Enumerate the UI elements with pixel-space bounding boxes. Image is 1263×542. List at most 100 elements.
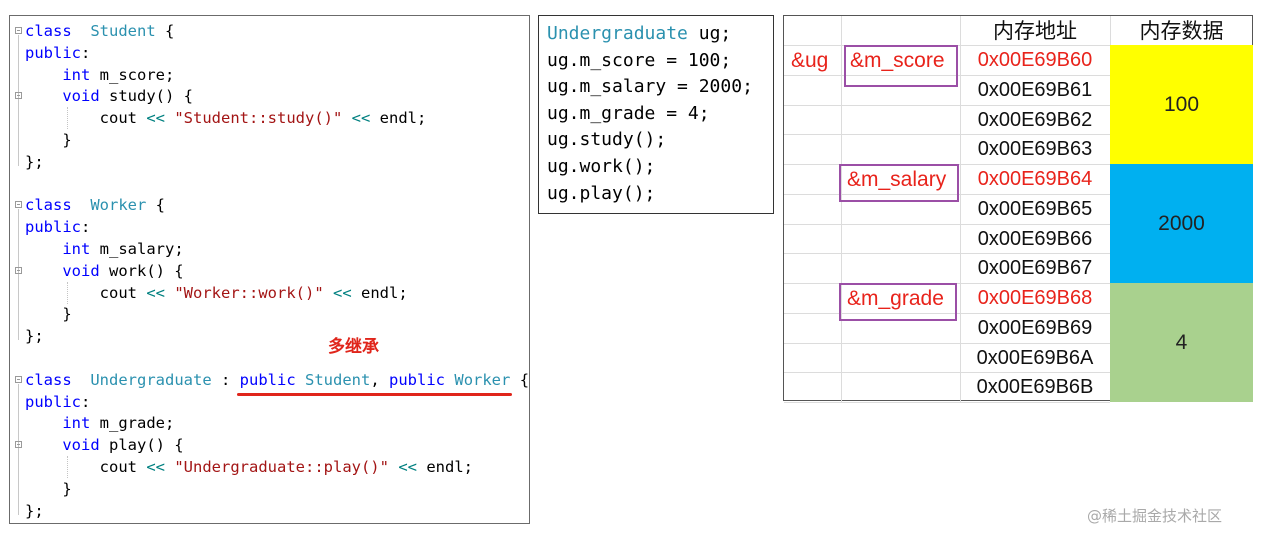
code-line: cout << "Student::study()" << endl; [25, 107, 427, 129]
code-line: } [25, 478, 71, 500]
outline-bar [18, 35, 19, 166]
code-token: ug; [687, 23, 732, 44]
code-token: cout [25, 283, 147, 302]
outline-bar [18, 209, 19, 341]
code-token: int [62, 414, 91, 433]
code-token: endl; [351, 283, 408, 302]
code-line: }; [25, 325, 44, 347]
code-token: void [62, 87, 100, 106]
code-line: }; [25, 151, 44, 173]
code-token: : [211, 370, 240, 389]
code-token: Undergraduate [547, 23, 688, 44]
code-token: work() { [99, 261, 184, 280]
code-token: } [25, 131, 72, 149]
memory-address-cell: 0x00E69B67 [977, 257, 1093, 280]
code-token: << [351, 109, 371, 128]
code-token: public [25, 392, 81, 411]
m-salary-pointer-label: &m_salary [847, 168, 947, 191]
code-token: class [25, 370, 72, 389]
collapse-toggle-icon[interactable] [15, 92, 22, 100]
code-token: , [370, 370, 390, 389]
code-token: Student [90, 22, 156, 40]
code-line: class Worker { [25, 194, 165, 216]
memory-address-cell: 0x00E69B69 [977, 316, 1093, 339]
code-line: } [25, 303, 71, 325]
code-token: endl; [417, 458, 473, 476]
code-token: ug.play(); [547, 182, 656, 204]
code-token: Worker [90, 196, 147, 215]
collapse-toggle-icon[interactable] [15, 201, 22, 209]
usage-code-line: ug.study(); [547, 127, 666, 153]
code-token: << [398, 458, 417, 476]
code-token: m_score; [90, 65, 175, 84]
code-token: "Student::study()" [174, 109, 343, 128]
code-line: } [25, 129, 72, 151]
code-token: }; [25, 152, 44, 171]
class-definitions-code-panel: class Student {public: int m_score; void… [9, 15, 530, 524]
code-token: Student [305, 370, 371, 389]
memory-address-cell: 0x00E69B66 [977, 227, 1093, 250]
code-token: public [239, 370, 296, 389]
usage-code-line: ug.m_salary = 2000; [547, 74, 753, 100]
memory-address-cell: 0x00E69B63 [977, 138, 1093, 161]
indent-guide [67, 456, 69, 478]
code-token: class [25, 196, 72, 215]
code-token: void [62, 436, 100, 455]
multiple-inheritance-label: 多继承 [328, 337, 379, 357]
collapse-toggle-icon[interactable] [15, 375, 22, 383]
code-line: class Student { [25, 20, 174, 42]
code-line: int m_score; [25, 64, 174, 86]
code-token: endl; [370, 109, 427, 128]
code-token: public [25, 43, 81, 62]
code-token: Undergraduate [90, 370, 212, 389]
code-token: : [81, 218, 91, 237]
memory-address-cell: 0x00E69B68 [977, 287, 1093, 309]
code-token: cout [25, 109, 147, 128]
code-token: }; [25, 327, 44, 346]
code-token: m_salary; [90, 240, 184, 258]
usage-code-line: ug.m_grade = 4; [547, 101, 710, 127]
usage-code-line: Undergraduate ug; [547, 21, 731, 47]
memory-layout-table: 内存地址 内存数据 0x00E69B60 0x00E69B61 0x00E69B62… [783, 15, 1253, 403]
usage-code-line: ug.m_score = 100; [547, 48, 731, 74]
collapse-toggle-icon[interactable] [15, 441, 22, 449]
usage-code-line: ug.play(); [547, 181, 655, 207]
usage-code-line: ug.work(); [547, 154, 655, 180]
collapse-toggle-icon[interactable] [15, 27, 22, 34]
collapse-toggle-icon[interactable] [15, 266, 22, 274]
memory-address-cell: 0x00E69B61 [977, 78, 1093, 101]
outline-bar [18, 383, 19, 515]
code-token: { [155, 22, 175, 40]
memory-address-cell: 0x00E69B65 [977, 197, 1093, 220]
code-line: public: [25, 391, 90, 413]
code-line: public: [25, 216, 90, 238]
code-token: : [81, 43, 91, 62]
code-line: class Undergraduate : public Student, pu… [25, 369, 529, 391]
code-line: cout << "Worker::work()" << endl; [25, 282, 408, 304]
code-token: : [81, 392, 91, 411]
code-token: int [62, 65, 91, 84]
code-token: public [25, 218, 81, 237]
address-column-header: 内存地址 [993, 19, 1077, 43]
code-token: ug.m_salary = 2000; [547, 76, 753, 98]
code-token: { [510, 370, 530, 389]
code-token: play() { [99, 436, 184, 455]
code-token: << [146, 109, 165, 128]
code-token: cout [25, 458, 147, 476]
code-token: ug.work(); [547, 156, 656, 177]
code-line: int m_salary; [25, 238, 184, 260]
code-token: ug.m_score = 100; [547, 49, 732, 71]
memory-data-block: 100 [1110, 45, 1253, 164]
object-address-label: &ug [791, 49, 829, 72]
memory-data-block: 4 [1110, 283, 1253, 402]
